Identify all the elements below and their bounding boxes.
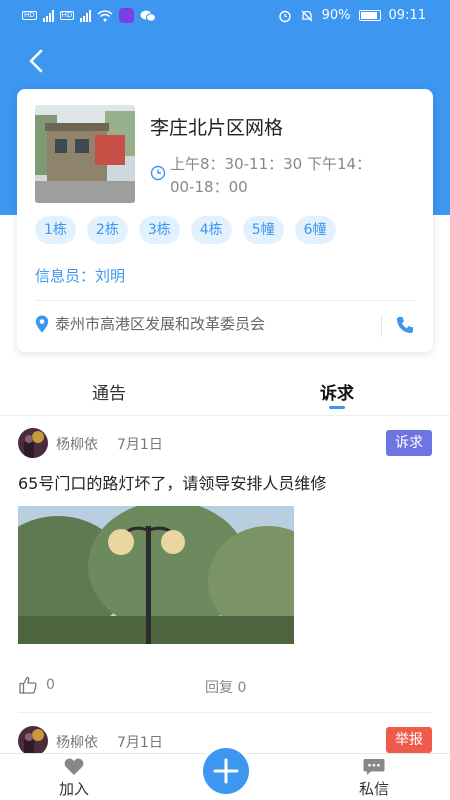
post-author: 杨柳依: [56, 437, 98, 453]
status-right: 90% 09:11: [278, 8, 426, 23]
post-photo[interactable]: [18, 506, 294, 644]
clock-icon: [150, 165, 166, 181]
plus-icon: [213, 758, 239, 784]
grid-photo: [35, 105, 135, 203]
post-date: 7月1日: [117, 735, 163, 751]
informant: 信息员： 刘明: [35, 265, 125, 286]
post-type-badge: 举报: [386, 727, 432, 753]
active-tab-indicator: [329, 406, 345, 409]
reply-button[interactable]: 回复 0: [205, 677, 246, 697]
location-pin-icon: [35, 315, 49, 332]
building-tag[interactable]: 3栋: [138, 216, 180, 244]
phone-icon[interactable]: [395, 315, 415, 335]
battery-percent: 90%: [321, 8, 351, 23]
informant-name: 刘明: [95, 267, 126, 285]
post-type-badge: 诉求: [386, 430, 432, 456]
nav-message[interactable]: 私信: [344, 758, 404, 799]
wifi-icon: [97, 9, 113, 21]
post-author: 杨柳依: [56, 735, 98, 751]
add-post-button[interactable]: [203, 748, 249, 794]
post-divider: [18, 712, 432, 713]
signal-icon-2: [80, 9, 92, 22]
building-tag[interactable]: 1栋: [35, 216, 76, 244]
app-notification-icon: [119, 8, 135, 23]
heart-icon: [64, 758, 84, 775]
nav-join-label: 加入: [58, 780, 89, 798]
like-button[interactable]: 0: [18, 675, 55, 695]
office-hours: 上午8：30-11：30 下午14：00-18：00: [150, 153, 400, 199]
tab-appeal[interactable]: 诉求: [320, 379, 354, 404]
battery-icon: [358, 10, 381, 21]
status-left: HD HD: [22, 8, 157, 23]
mute-icon: [301, 10, 313, 21]
card-divider: [35, 300, 415, 301]
building-tag[interactable]: 4栋: [190, 216, 232, 244]
like-count: 0: [46, 677, 55, 693]
grid-title: 李庄北片区网格: [150, 117, 284, 139]
building-tag[interactable]: 5幢: [242, 216, 284, 244]
hd-icon-2: HD: [59, 11, 75, 20]
grid-info-card: 李庄北片区网格 上午8：30-11：30 下午14：00-18：00 1栋 2栋…: [17, 89, 433, 352]
address-row[interactable]: 泰州市高港区发展和改革委员会: [35, 313, 265, 334]
wechat-icon: [140, 10, 157, 22]
clock: 09:11: [388, 8, 426, 23]
address-separator: [381, 315, 382, 337]
nav-message-label: 私信: [358, 780, 389, 798]
nav-join[interactable]: 加入: [44, 758, 104, 799]
hd-icon: HD: [22, 11, 37, 20]
building-tag[interactable]: 2栋: [86, 216, 128, 244]
signal-icon: [42, 9, 54, 22]
avatar[interactable]: [18, 428, 48, 458]
building-tags: 1栋 2栋 3栋 4栋 5幢 6幢: [35, 216, 336, 244]
address-text: 泰州市高港区发展和改革委员会: [55, 315, 266, 333]
alarm-icon: [278, 10, 291, 22]
status-bar: HD HD 90% 09:11: [0, 0, 450, 34]
avatar[interactable]: [18, 726, 48, 756]
tab-notice[interactable]: 通告: [92, 379, 126, 404]
informant-label: 信息员：: [35, 267, 96, 285]
back-arrow-icon[interactable]: [22, 46, 52, 76]
office-hours-text: 上午8：30-11：30 下午14：00-18：00: [170, 155, 372, 196]
post-text: 65号门口的路灯坏了，请领导安排人员维修: [18, 474, 327, 493]
message-icon: [363, 759, 385, 775]
tab-bar: 通告 诉求: [0, 372, 450, 416]
thumbs-up-icon: [19, 676, 37, 694]
post-date: 7月1日: [117, 437, 163, 453]
building-tag[interactable]: 6幢: [294, 216, 336, 244]
